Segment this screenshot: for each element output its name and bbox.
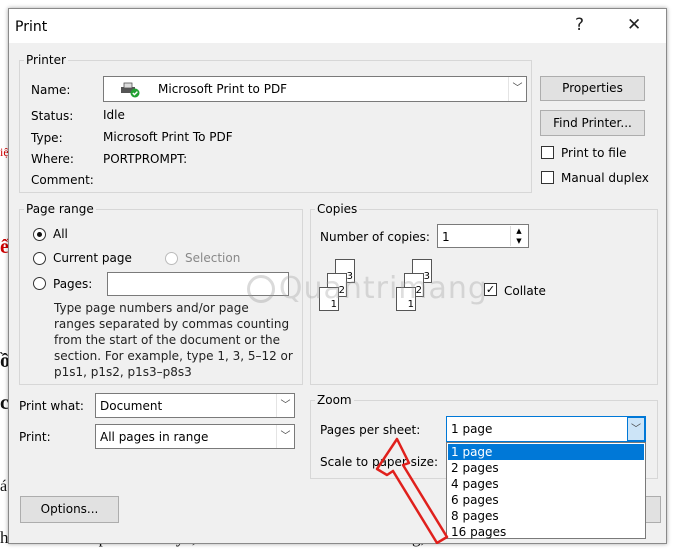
- watermark: Quantrimang: [247, 271, 488, 306]
- number-of-copies-input[interactable]: 1 ▲ ▼: [437, 224, 529, 248]
- dropdown-option[interactable]: 16 pages: [448, 524, 644, 540]
- printer-icon: [120, 82, 140, 98]
- chevron-down-icon[interactable]: ﹀: [627, 417, 645, 441]
- print-to-file-label: Print to file: [561, 146, 627, 160]
- pages-label: Pages:: [53, 277, 93, 291]
- chevron-down-icon[interactable]: ﹀: [508, 77, 526, 101]
- dropdown-option[interactable]: 6 pages: [448, 492, 644, 508]
- where-label: Where:: [31, 152, 74, 166]
- pages-radio[interactable]: [33, 277, 46, 290]
- arrow-annotation-icon: [375, 437, 449, 544]
- name-label: Name:: [31, 83, 71, 97]
- selection-label: Selection: [185, 251, 241, 265]
- number-of-copies-label: Number of copies:: [320, 230, 430, 244]
- print-what-select[interactable]: Document ﹀: [95, 393, 295, 418]
- print-what-value: Document: [100, 399, 163, 413]
- all-pages-label: All: [53, 227, 68, 241]
- spin-up-icon[interactable]: ▲: [510, 226, 527, 236]
- manual-duplex-checkbox[interactable]: [541, 171, 554, 184]
- type-label: Type:: [31, 131, 63, 145]
- print-range-value: All pages in range: [100, 430, 209, 444]
- help-icon[interactable]: ?: [575, 15, 584, 35]
- where-value: PORTPROMPT:: [103, 152, 188, 166]
- help-line: section. For example, type 1, 3, 5–12 or: [54, 349, 293, 363]
- page-range-legend: Page range: [26, 202, 94, 216]
- printer-group: Printer: [19, 53, 532, 193]
- status-label: Status:: [31, 109, 74, 123]
- selection-radio[interactable]: [165, 252, 178, 265]
- printer-legend: Printer: [26, 53, 66, 67]
- dropdown-option[interactable]: 2 pages: [448, 460, 644, 476]
- print-what-label: Print what:: [19, 399, 84, 413]
- watermark-text: Quantrimang: [278, 271, 488, 306]
- close-icon[interactable]: ✕: [627, 15, 641, 35]
- print-range-select[interactable]: All pages in range ﹀: [95, 424, 295, 449]
- comment-label: Comment:: [31, 173, 94, 187]
- help-line: p1s1, p1s2, p1s3–p8s3: [54, 365, 192, 379]
- status-value: Idle: [103, 108, 125, 122]
- pages-per-sheet-select[interactable]: 1 page ﹀: [446, 416, 646, 442]
- help-line: from the start of the document or the: [54, 333, 281, 347]
- dialog-title: Print: [15, 19, 48, 35]
- print-to-file-checkbox[interactable]: [541, 146, 554, 159]
- properties-button[interactable]: Properties: [540, 76, 645, 101]
- print-dialog: Print ? ✕ Printer Name: Microsoft Print …: [8, 8, 667, 544]
- manual-duplex-label: Manual duplex: [561, 171, 649, 185]
- pages-per-sheet-dropdown: 1 page 2 pages 4 pages 6 pages 8 pages 1…: [446, 442, 646, 539]
- page-range-help-text: Type page numbers and/or page ranges sep…: [54, 300, 293, 380]
- collate-label: Collate: [504, 284, 546, 298]
- chevron-down-icon[interactable]: ﹀: [276, 425, 294, 448]
- help-line: ranges separated by commas counting: [54, 317, 290, 331]
- options-button[interactable]: Options...: [20, 496, 119, 523]
- spin-down-icon[interactable]: ▼: [510, 236, 527, 246]
- current-page-label: Current page: [53, 251, 132, 265]
- watermark-logo-icon: [247, 274, 275, 303]
- printer-name-select[interactable]: Microsoft Print to PDF ﹀: [103, 76, 527, 102]
- dropdown-option[interactable]: 8 pages: [448, 508, 644, 524]
- all-pages-radio[interactable]: [33, 228, 46, 241]
- zoom-legend: Zoom: [317, 393, 352, 407]
- number-of-copies-value: 1: [442, 230, 450, 244]
- copies-legend: Copies: [317, 202, 358, 216]
- current-page-radio[interactable]: [33, 252, 46, 265]
- type-value: Microsoft Print To PDF: [103, 130, 233, 144]
- dropdown-option[interactable]: 1 page: [448, 444, 644, 460]
- dropdown-option[interactable]: 4 pages: [448, 476, 644, 492]
- find-printer-button[interactable]: Find Printer...: [540, 110, 645, 136]
- background-doc-fragment: á: [0, 478, 8, 495]
- chevron-down-icon[interactable]: ﹀: [276, 394, 294, 417]
- print-label: Print:: [19, 430, 51, 444]
- title-bar: Print ? ✕: [9, 9, 666, 43]
- printer-name-value: Microsoft Print to PDF: [158, 82, 288, 96]
